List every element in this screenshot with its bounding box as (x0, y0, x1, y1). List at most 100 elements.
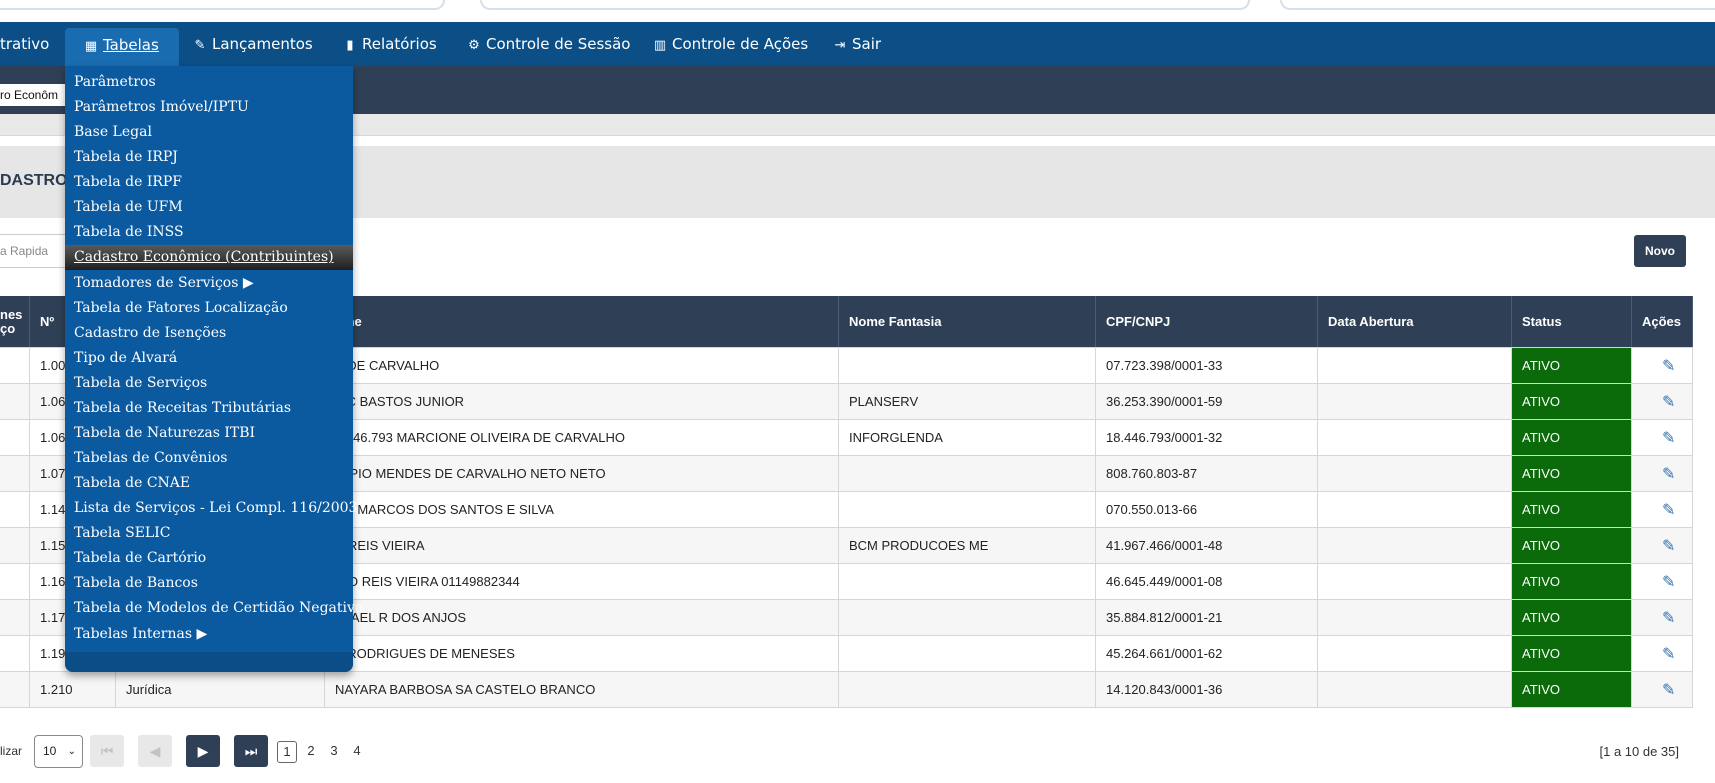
cell-cpf-cnpj: 18.446.793/0001-32 (1096, 420, 1318, 455)
dropdown-item[interactable]: Tipo de Alvará (65, 346, 353, 371)
cell-data-abertura (1318, 600, 1512, 635)
cell-nome: 3.446.793 MARCIONE OLIVEIRA DE CARVALHO (325, 420, 839, 455)
tabelas-dropdown-menu: Parâmetros Parâmetros Imóvel/IPTU Base Leg… (65, 66, 363, 672)
cell-acoes: ✎ (1632, 348, 1693, 383)
first-page-icon: ⏮ (100, 743, 114, 759)
header-cpf-cnpj[interactable]: CPF/CNPJ (1096, 296, 1318, 347)
dropdown-item[interactable]: Tabela de Cartório (65, 546, 353, 571)
dropdown-item[interactable]: Tabela de UFM (65, 195, 353, 220)
dropdown-item[interactable]: Tabela de Receitas Tributárias (65, 396, 353, 421)
cell-col0 (0, 528, 30, 563)
header-data-abertura[interactable]: Data Abertura (1318, 296, 1512, 347)
edit-icon[interactable]: ✎ (1662, 464, 1675, 484)
cell-status: ATIVO (1512, 420, 1632, 455)
header-col0[interactable]: nes ço (0, 296, 30, 347)
nav-item-tabelas[interactable]: ▦ Tabelas (65, 28, 179, 66)
cell-data-abertura (1318, 456, 1512, 491)
cell-acoes: ✎ (1632, 564, 1693, 599)
edit-icon: ✎ (194, 38, 206, 53)
cell-data-abertura (1318, 420, 1512, 455)
cell-nome-fantasia: PLANSERV (839, 384, 1096, 419)
next-page-button[interactable]: ▶ (186, 735, 220, 767)
edit-icon[interactable]: ✎ (1662, 356, 1675, 376)
page-number-3[interactable]: 3 (324, 741, 344, 763)
dropdown-item[interactable]: Tabela de Fatores Localização (65, 296, 353, 321)
prev-page-button[interactable]: ◀ (138, 735, 172, 767)
cell-nome-fantasia (839, 672, 1096, 707)
edit-icon[interactable]: ✎ (1662, 392, 1675, 412)
table-row[interactable]: 1.210 Jurídica NAYARA BARBOSA SA CASTELO B… (0, 672, 1693, 708)
cell-nome-fantasia (839, 492, 1096, 527)
header-acoes: Ações (1632, 296, 1693, 347)
header-status[interactable]: Status (1512, 296, 1632, 347)
dropdown-item[interactable]: Tabelas de Convênios (65, 446, 353, 471)
cell-data-abertura (1318, 564, 1512, 599)
header-nome[interactable]: ome (325, 296, 839, 347)
page-size-select[interactable]: 10 ⌄ (34, 735, 83, 768)
nav-item-relatorios[interactable]: ▮ Relatórios (342, 22, 436, 66)
cell-cpf-cnpj: 41.967.466/0001-48 (1096, 528, 1318, 563)
cell-status: ATIVO (1512, 492, 1632, 527)
dropdown-item[interactable]: Tabela de Bancos (65, 571, 353, 596)
nav-item-administrativo[interactable]: trativo (0, 22, 49, 66)
page-number-2[interactable]: 2 (301, 741, 321, 763)
dropdown-item[interactable]: Cadastro de Isenções (65, 321, 353, 346)
novo-button[interactable]: Novo (1634, 235, 1686, 267)
cell-cpf-cnpj: 14.120.843/0001-36 (1096, 672, 1318, 707)
dropdown-item[interactable]: Tabela de INSS (65, 220, 353, 245)
cell-nome-fantasia (839, 348, 1096, 383)
dropdown-item[interactable]: Tabela de Serviços (65, 371, 353, 396)
dropdown-item[interactable]: Lista de Serviços - Lei Compl. 116/2003 (65, 496, 357, 521)
nav-item-controle-sessao[interactable]: ⚙ Controle de Sessão (466, 22, 630, 66)
edit-icon[interactable]: ✎ (1662, 536, 1675, 556)
cell-cpf-cnpj: 070.550.013-66 (1096, 492, 1318, 527)
dropdown-item[interactable]: Tabela SELIC (65, 521, 353, 546)
dropdown-item[interactable]: Tomadores de Serviços ▶ (65, 271, 353, 296)
dropdown-item[interactable]: Tabelas Internas ▶ (65, 622, 353, 647)
dropdown-item[interactable]: Cadastro Econômico (Contribuintes) (65, 245, 353, 270)
dropdown-item[interactable]: Parâmetros Imóvel/IPTU (65, 95, 353, 120)
banner-card (1280, 0, 1715, 10)
edit-icon[interactable]: ✎ (1662, 608, 1675, 628)
cell-nome: IMPIO MENDES DE CARVALHO NETO NETO (325, 456, 839, 491)
dropdown-item[interactable]: Tabela de IRPJ (65, 145, 353, 170)
nav-label: Lançamentos (212, 35, 313, 53)
cell-col0 (0, 348, 30, 383)
cell-col0 (0, 456, 30, 491)
dropdown-item[interactable]: Tabela de Naturezas ITBI (65, 421, 353, 446)
cell-acoes: ✎ (1632, 420, 1693, 455)
cell-data-abertura (1318, 384, 1512, 419)
bar-chart-icon: ▥ (653, 38, 667, 53)
breadcrumb-tab[interactable]: ro Econôm (0, 84, 72, 106)
edit-icon[interactable]: ✎ (1662, 680, 1675, 700)
first-page-button[interactable]: ⏮ (90, 735, 124, 767)
cell-tipo: Jurídica (116, 672, 325, 707)
cell-cpf-cnpj: 35.884.812/0001-21 (1096, 600, 1318, 635)
cell-data-abertura (1318, 492, 1512, 527)
edit-icon[interactable]: ✎ (1662, 572, 1675, 592)
page-number-4[interactable]: 4 (347, 741, 367, 763)
dropdown-item[interactable]: Tabela de CNAE (65, 471, 353, 496)
dropdown-item[interactable]: Tabela de IRPF (65, 170, 353, 195)
dropdown-item[interactable]: Tabela de Modelos de Certidão Negativa (65, 596, 363, 621)
edit-icon[interactable]: ✎ (1662, 428, 1675, 448)
dropdown-item[interactable]: Parâmetros (65, 70, 353, 95)
nav-item-sair[interactable]: ⇥ Sair (832, 22, 882, 66)
edit-icon[interactable]: ✎ (1662, 644, 1675, 664)
cell-cpf-cnpj: 46.645.449/0001-08 (1096, 564, 1318, 599)
page-number-1[interactable]: 1 (277, 741, 297, 763)
top-banner (0, 0, 1715, 22)
nav-item-controle-acoes[interactable]: ▥ Controle de Ações (652, 22, 808, 66)
cell-data-abertura (1318, 348, 1512, 383)
chevron-down-icon: ⌄ (67, 746, 76, 757)
dropdown-item[interactable]: Base Legal (65, 120, 353, 145)
edit-icon[interactable]: ✎ (1662, 500, 1675, 520)
cell-nome-fantasia (839, 564, 1096, 599)
header-nome-fantasia[interactable]: Nome Fantasia (839, 296, 1096, 347)
main-navbar: trativo ▦ Tabelas ✎ Lançamentos ▮ Relatório… (0, 22, 1715, 66)
cell-cpf-cnpj: 45.264.661/0001-62 (1096, 636, 1318, 671)
gear-icon: ⚙ (468, 38, 480, 53)
nav-item-lancamentos[interactable]: ✎ Lançamentos (192, 22, 313, 66)
last-page-button[interactable]: ⏭ (234, 735, 268, 767)
cell-col0 (0, 564, 30, 599)
